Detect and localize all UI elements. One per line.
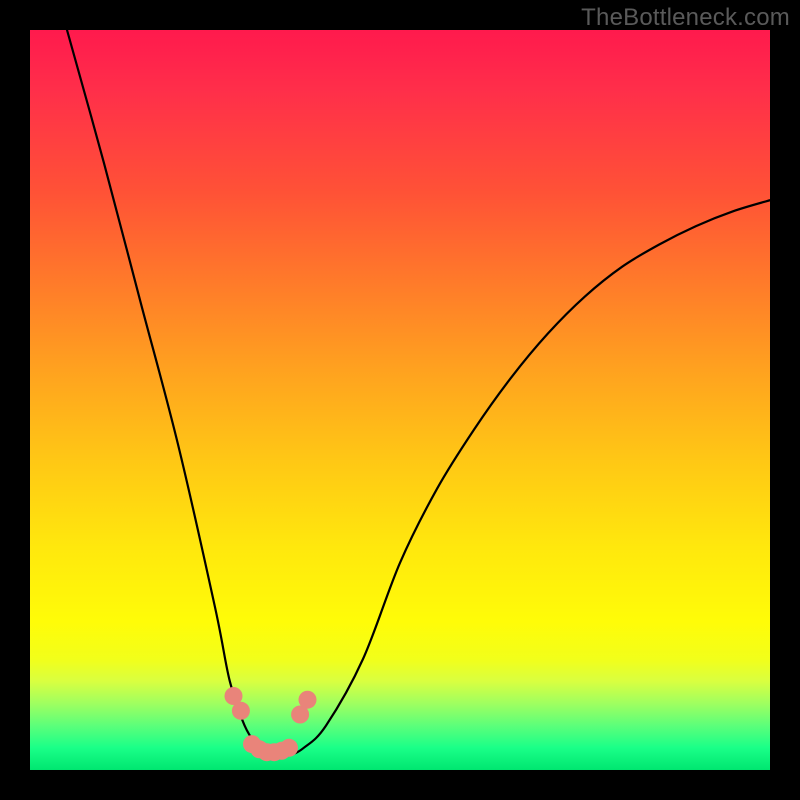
minimum-markers <box>225 687 317 761</box>
curve-layer <box>30 30 770 770</box>
minimum-marker <box>299 691 317 709</box>
chart-frame: TheBottleneck.com <box>0 0 800 800</box>
minimum-marker <box>280 739 298 757</box>
watermark-text: TheBottleneck.com <box>581 4 790 32</box>
bottleneck-curve <box>67 30 770 756</box>
plot-area <box>30 30 770 770</box>
minimum-marker <box>232 702 250 720</box>
